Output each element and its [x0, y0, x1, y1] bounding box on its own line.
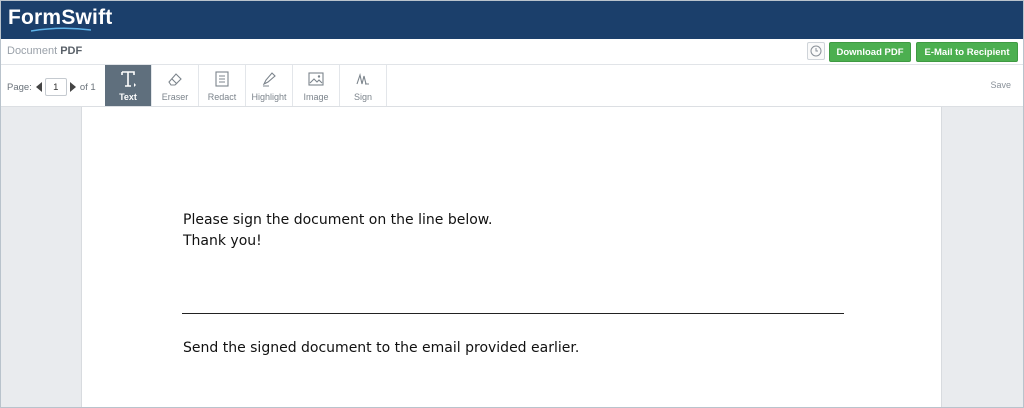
save-button[interactable]: Save — [990, 80, 1011, 90]
tool-redact[interactable]: Redact — [199, 65, 246, 106]
document-title-row: Document PDF Download PDF E-Mail to Reci… — [1, 39, 1023, 65]
document-canvas: Please sign the document on the line bel… — [1, 107, 1023, 407]
tool-image[interactable]: Image — [293, 65, 340, 106]
tool-text-label: Text — [119, 92, 137, 102]
email-recipient-button[interactable]: E-Mail to Recipient — [916, 42, 1018, 62]
logo-text-swift: Swift — [61, 6, 113, 29]
tool-text[interactable]: Text — [105, 65, 152, 106]
history-button[interactable] — [807, 42, 825, 60]
tool-sign[interactable]: Sign — [340, 65, 387, 106]
page-navigator: Page: of 1 — [7, 78, 96, 96]
tool-highlight[interactable]: Highlight — [246, 65, 293, 106]
signature-icon — [354, 69, 372, 89]
redact-icon — [214, 69, 230, 89]
app-window: FormSwift Document PDF Download PDF E-Ma… — [0, 0, 1024, 408]
document-line-footer: Send the signed document to the email pr… — [183, 340, 580, 356]
tool-redact-label: Redact — [207, 92, 237, 102]
tool-image-label: Image — [303, 92, 329, 102]
tool-eraser-label: Eraser — [161, 92, 189, 102]
next-page-icon[interactable] — [69, 82, 76, 92]
document-line-thanks: Thank you! — [183, 233, 262, 249]
tool-eraser[interactable]: Eraser — [152, 65, 199, 106]
highlighter-icon — [260, 69, 278, 89]
logo-swoosh-icon — [31, 27, 91, 32]
eraser-icon — [166, 69, 184, 89]
previous-page-icon[interactable] — [35, 82, 42, 92]
tool-sign-label: Sign — [353, 92, 372, 102]
document-title: Document PDF — [7, 45, 82, 57]
text-tool-icon — [118, 69, 138, 89]
document-page[interactable]: Please sign the document on the line bel… — [81, 107, 942, 407]
page-total: of 1 — [79, 81, 96, 93]
document-type: PDF — [60, 45, 83, 57]
signature-line[interactable] — [182, 313, 844, 314]
download-pdf-button[interactable]: Download PDF — [829, 42, 911, 62]
logo-text-form: Form — [8, 6, 62, 29]
tool-highlight-label: Highlight — [251, 92, 287, 102]
page-label: Page: — [7, 81, 32, 93]
editor-toolbar: Page: of 1 Text Eraser — [1, 65, 1023, 107]
page-number-input[interactable] — [44, 78, 67, 96]
clock-icon — [810, 45, 822, 57]
document-line-instruction: Please sign the document on the line bel… — [183, 212, 493, 228]
document-label: Document — [7, 45, 58, 57]
brand-header: FormSwift — [1, 1, 1023, 39]
image-icon — [307, 69, 325, 89]
